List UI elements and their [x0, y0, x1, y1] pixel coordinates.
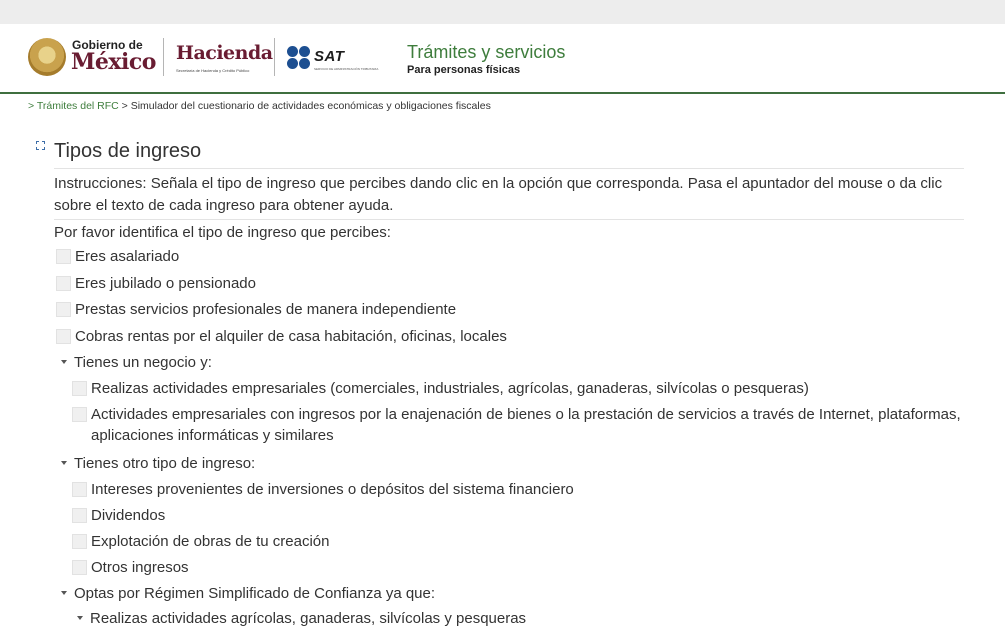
breadcrumb: > Trámites del RFC > Simulador del cuest…: [28, 100, 491, 112]
sat-subtitle: SERVICIO DE ADMINISTRACIÓN TRIBUTARIA: [314, 67, 379, 71]
expand-icon[interactable]: [36, 141, 45, 150]
instructions-text: Instrucciones: Señala el tipo de ingreso…: [54, 175, 943, 214]
checkbox-dividendos[interactable]: [72, 508, 87, 523]
checkbox-otros[interactable]: [72, 560, 87, 575]
option-resico-sub-label[interactable]: Realizas actividades agrícolas, ganadera…: [90, 608, 526, 629]
group-resico-label[interactable]: Optas por Régimen Simplificado de Confia…: [74, 583, 435, 604]
mexico-label: México: [71, 49, 156, 75]
breadcrumb-separator: >: [118, 100, 131, 112]
gobierno-de-mexico-logo[interactable]: Gobierno de México: [28, 38, 158, 78]
divider: [54, 219, 964, 220]
section-title: Tipos de ingreso: [54, 140, 202, 162]
sat-title: SAT: [314, 48, 345, 65]
checkbox-rentas[interactable]: [56, 329, 71, 344]
checkbox-asalariado[interactable]: [56, 249, 71, 264]
checkbox-empresariales[interactable]: [72, 381, 87, 396]
checkbox-jubilado[interactable]: [56, 276, 71, 291]
collapse-arrow-icon[interactable]: [77, 616, 83, 620]
divider: [54, 168, 964, 169]
checkbox-explotacion[interactable]: [72, 534, 87, 549]
checkbox-internet[interactable]: [72, 407, 87, 422]
logo-divider: [274, 38, 275, 76]
checkbox-profesionales[interactable]: [56, 302, 71, 317]
tramites-subtitle: Para personas físicas: [407, 64, 521, 76]
option-asalariado-label[interactable]: Eres asalariado: [75, 246, 179, 267]
group-otro-label[interactable]: Tienes otro tipo de ingreso:: [74, 453, 255, 474]
option-empresariales-label[interactable]: Realizas actividades empresariales (come…: [91, 378, 809, 399]
option-dividendos-label[interactable]: Dividendos: [91, 505, 165, 526]
checkbox-intereses[interactable]: [72, 482, 87, 497]
collapse-arrow-icon[interactable]: [61, 591, 67, 595]
hacienda-subtitle: Secretaría de Hacienda y Crédito Público: [176, 68, 250, 73]
breadcrumb-current: Simulador del cuestionario de actividade…: [130, 100, 491, 112]
option-explotacion-label[interactable]: Explotación de obras de tu creación: [91, 531, 329, 552]
group-negocio-label[interactable]: Tienes un negocio y:: [74, 352, 212, 373]
site-header: Gobierno de México Hacienda Secretaría d…: [0, 24, 1005, 94]
logo-divider: [163, 38, 164, 76]
tramites-title: Trámites y servicios: [407, 42, 566, 62]
option-jubilado-label[interactable]: Eres jubilado o pensionado: [75, 273, 256, 294]
collapse-arrow-icon[interactable]: [61, 360, 67, 364]
collapse-arrow-icon[interactable]: [61, 461, 67, 465]
question-prompt: Por favor identifica el tipo de ingreso …: [54, 224, 391, 241]
national-seal-icon: [28, 38, 66, 76]
option-internet-label[interactable]: Actividades empresariales con ingresos p…: [91, 404, 961, 446]
sat-dots-icon: [287, 46, 311, 70]
option-intereses-label[interactable]: Intereses provenientes de inversiones o …: [91, 479, 574, 500]
option-otros-label[interactable]: Otros ingresos: [91, 557, 189, 578]
hacienda-title: Hacienda: [176, 42, 273, 64]
option-profesionales-label[interactable]: Prestas servicios profesionales de maner…: [75, 299, 456, 320]
option-rentas-label[interactable]: Cobras rentas por el alquiler de casa ha…: [75, 326, 507, 347]
browser-top-bar: [0, 0, 1005, 24]
breadcrumb-link-tramites[interactable]: > Trámites del RFC: [28, 100, 119, 112]
